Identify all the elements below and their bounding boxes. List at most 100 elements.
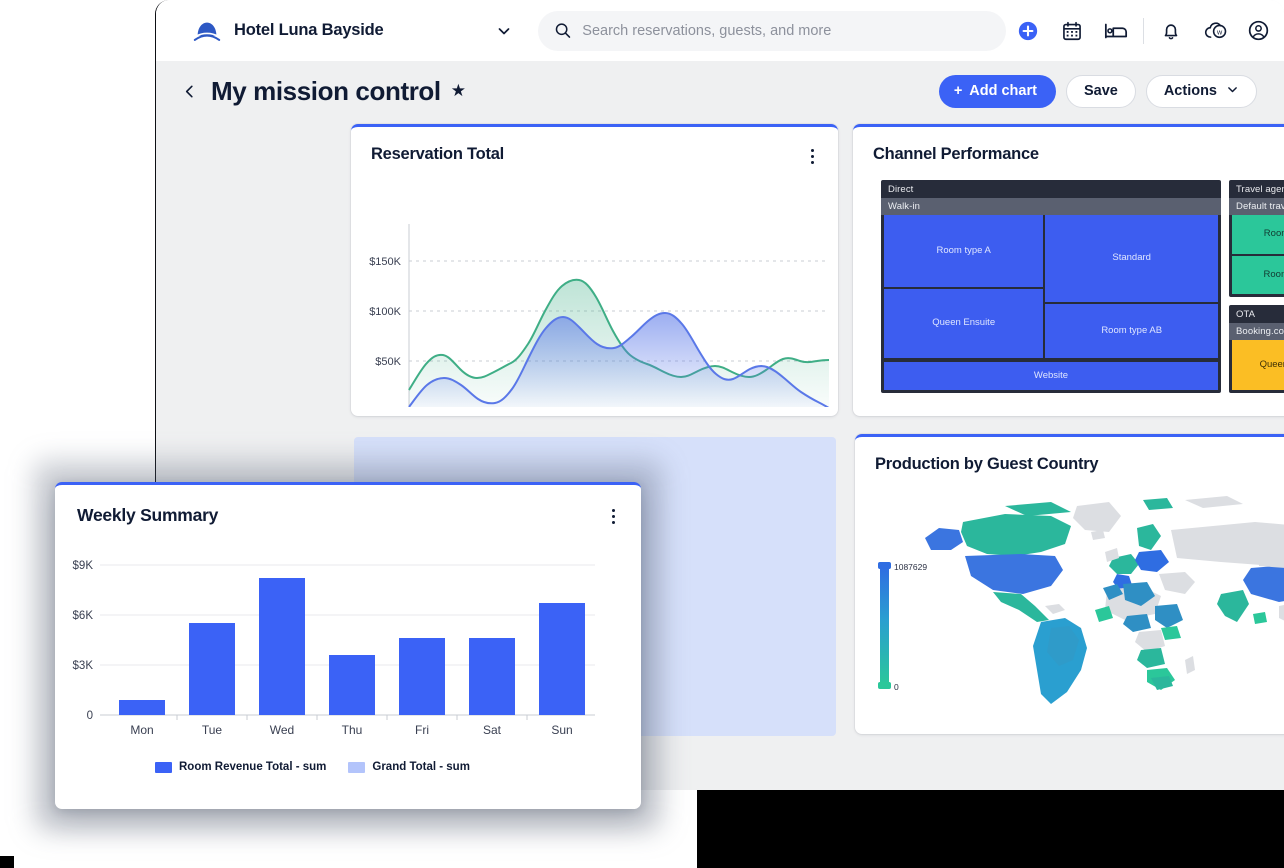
card-title: Reservation Total: [371, 145, 504, 163]
treemap-right-column: Travel agent Default travel agent Room t…: [1229, 180, 1284, 393]
y-tick-labels: $9K $6K $3K 0: [73, 560, 94, 722]
kebab-menu-icon[interactable]: [603, 505, 623, 527]
save-label: Save: [1083, 83, 1118, 99]
bar-thu[interactable]: [329, 655, 375, 715]
svg-text:$3K: $3K: [73, 660, 94, 672]
treemap-body: Queen Ensuite: [1229, 340, 1284, 393]
bed-icon[interactable]: [1094, 9, 1138, 53]
topbar-actions: w: [1006, 9, 1281, 53]
save-button[interactable]: Save: [1065, 74, 1136, 108]
x-axis-caption-start: Nov: [411, 415, 431, 416]
kebab-menu-icon[interactable]: [802, 145, 822, 167]
legend-cap-min: [878, 682, 891, 689]
search-input[interactable]: [582, 22, 990, 39]
svg-text:Sat: Sat: [483, 723, 502, 737]
treemap-leaf[interactable]: Queen Ensuite: [884, 289, 1044, 358]
actions-label: Actions: [1163, 83, 1217, 99]
search-icon: [555, 23, 570, 38]
svg-text:Wed: Wed: [270, 723, 294, 737]
treemap-subgroup-label: Walk-in: [881, 198, 1221, 215]
svg-text:Tue: Tue: [202, 723, 223, 737]
chevron-left-icon[interactable]: [182, 83, 197, 100]
legend-gradient-bar: [880, 567, 889, 685]
card-reservation-total: Reservation Total $150K $100K $50K: [351, 124, 838, 416]
treemap-subgroup-label: Default travel agent: [1229, 198, 1284, 215]
chevron-down-icon[interactable]: [496, 23, 512, 39]
add-icon[interactable]: [1006, 9, 1050, 53]
hotel-logo-icon: [193, 22, 221, 41]
treemap-group-direct[interactable]: Direct Walk-in Room type A Queen Ensuite…: [881, 180, 1221, 393]
legend-label: Room Revenue Total - sum: [179, 761, 327, 773]
svg-text:0: 0: [395, 406, 401, 407]
add-chart-button[interactable]: + Add chart: [938, 74, 1056, 108]
channel-performance-treemap: Direct Walk-in Room type A Queen Ensuite…: [881, 180, 1284, 393]
chevron-down-icon: [1226, 83, 1239, 100]
treemap-leaf[interactable]: Room type A: [884, 215, 1044, 288]
add-chart-plus: +: [953, 83, 963, 99]
treemap-group-label: Direct: [888, 184, 914, 195]
legend-max-value: 1087629: [894, 562, 928, 572]
star-icon[interactable]: ★: [451, 81, 466, 101]
treemap-body: Room type A Queen Ensuite Standard Room …: [881, 215, 1221, 393]
search-box[interactable]: [537, 10, 1006, 51]
gridlines: [100, 564, 595, 666]
treemap-group-ota[interactable]: OTA Booking.com Queen Ensuite: [1229, 305, 1284, 393]
bar-sun[interactable]: [539, 603, 585, 715]
calendar-icon[interactable]: [1050, 9, 1094, 53]
legend-min-value: 0: [894, 682, 899, 692]
weekly-summary-bar-chart: $9K $6K $3K 0 Mon Tue Wed Thu Fri Sat Su…: [73, 560, 595, 737]
treemap-group-label: OTA: [1236, 309, 1256, 320]
weekly-summary-legend: Room Revenue Total - sum Grand Total - s…: [155, 761, 482, 773]
legend-item-room-revenue[interactable]: Room Revenue Total - sum: [155, 761, 326, 773]
background-block-bottom: [697, 782, 1284, 868]
svg-text:Sun: Sun: [551, 723, 572, 737]
whatsapp-cloud-icon[interactable]: w: [1193, 9, 1237, 53]
card-header: Reservation Total: [351, 127, 838, 167]
svg-text:$6K: $6K: [73, 610, 94, 622]
map-color-legend: 1087629 0: [878, 560, 940, 692]
svg-text:$9K: $9K: [73, 560, 94, 572]
treemap-body: Room type A Room type B: [1229, 215, 1284, 297]
card-title: Channel Performance: [873, 145, 1039, 163]
treemap-leaf[interactable]: Queen Ensuite: [1232, 340, 1284, 390]
bars: [119, 578, 585, 715]
page-title: My mission control: [211, 75, 441, 106]
svg-text:$150K: $150K: [369, 256, 401, 268]
svg-text:$50K: $50K: [375, 356, 401, 368]
card-title: Weekly Summary: [77, 505, 219, 525]
toolbar-divider: [1142, 17, 1144, 44]
top-navigation-bar: Hotel Luna Bayside Search reservations, …: [156, 0, 1284, 61]
svg-text:$100K: $100K: [369, 306, 401, 318]
treemap-leaf[interactable]: Room type A: [1232, 215, 1284, 254]
account-circle-icon[interactable]: [1237, 9, 1281, 53]
treemap-leaf[interactable]: Website: [884, 362, 1218, 390]
header-buttons: + Add chart Save Actions: [938, 74, 1257, 108]
property-name: Hotel Luna Bayside: [234, 21, 384, 39]
legend-item-grand-total[interactable]: Grand Total - sum: [348, 761, 470, 773]
treemap-group-travel-agent[interactable]: Travel agent Default travel agent Room t…: [1229, 180, 1284, 297]
svg-text:Fri: Fri: [415, 723, 429, 737]
screenshot-root: Hotel Luna Bayside Search reservations, …: [0, 0, 1284, 868]
treemap-leaf[interactable]: Room type B: [1232, 255, 1284, 294]
treemap-leaf[interactable]: Room type AB: [1045, 303, 1218, 358]
add-chart-label: Add chart: [969, 83, 1037, 99]
legend-cap-max: [878, 562, 891, 569]
card-weekly-summary: Weekly Summary $9K $6K $3K 0 Mon Tue Wed…: [55, 482, 641, 809]
actions-button[interactable]: Actions: [1145, 74, 1257, 108]
svg-text:0: 0: [87, 710, 93, 722]
svg-text:Thu: Thu: [342, 723, 363, 737]
card-header: Channel Performance: [853, 127, 1284, 167]
x-axis-caption-end: Dec: [785, 415, 805, 416]
y-tick-labels: $150K $100K $50K 0: [369, 256, 401, 407]
bar-fri[interactable]: [399, 638, 445, 715]
treemap-leaf[interactable]: Standard: [1045, 215, 1218, 302]
bar-mon[interactable]: [119, 700, 165, 715]
reservation-total-line-chart: $150K $100K $50K 0 1 4 7 10 13: [369, 224, 830, 407]
bell-icon[interactable]: [1149, 9, 1193, 53]
bar-sat[interactable]: [469, 638, 515, 715]
legend-swatch: [155, 761, 172, 773]
bar-wed[interactable]: [259, 578, 305, 715]
legend-swatch: [348, 761, 366, 773]
map-countries: [925, 496, 1284, 704]
bar-tue[interactable]: [189, 623, 235, 715]
